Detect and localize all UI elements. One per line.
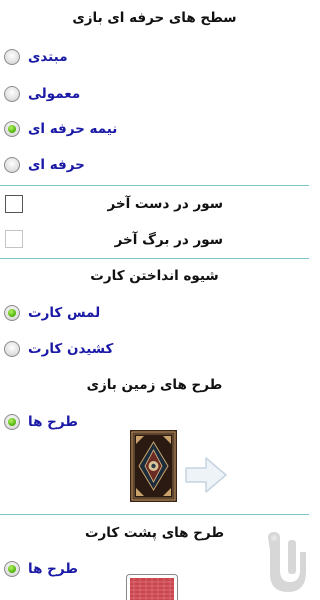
table-designs-title: طرح های زمین بازی: [86, 377, 223, 393]
throw-option-drag[interactable]: کشیدن کارت: [4, 338, 113, 360]
radio-selected-icon[interactable]: [4, 414, 20, 430]
radio-selected-icon[interactable]: [4, 121, 20, 137]
radio-icon[interactable]: [4, 86, 20, 102]
sour-last-card-label: سور در برگ آخر: [114, 232, 223, 248]
level-option-label: حرفه ای: [28, 157, 85, 173]
throw-option-touch[interactable]: لمس کارت: [4, 302, 100, 324]
game-levels-title: سطح های حرفه ای بازی: [72, 10, 237, 26]
level-option-pro[interactable]: حرفه ای: [4, 154, 85, 176]
carpet-pattern-thumbnail[interactable]: [130, 430, 177, 502]
throw-option-label: لمس کارت: [28, 305, 101, 321]
radio-selected-icon[interactable]: [4, 561, 20, 577]
section-divider: [0, 185, 309, 186]
app-logo-watermark: [268, 532, 306, 592]
table-designs-option-label: طرح ها: [28, 414, 78, 430]
level-option-label: معمولی: [28, 86, 81, 102]
section-divider: [0, 258, 309, 259]
sour-last-hand-checkbox[interactable]: [5, 195, 23, 213]
sour-last-hand-label: سور در دست آخر: [107, 196, 223, 212]
table-designs-option[interactable]: طرح ها: [4, 411, 78, 433]
card-back-designs-option[interactable]: طرح ها: [4, 558, 78, 580]
level-option-label: نیمه حرفه ای: [28, 121, 118, 137]
radio-icon[interactable]: [4, 49, 20, 65]
throw-option-label: کشیدن کارت: [28, 341, 114, 357]
radio-icon[interactable]: [4, 341, 20, 357]
radio-selected-icon[interactable]: [4, 305, 20, 321]
card-throw-title: شیوه انداختن کارت: [90, 268, 219, 284]
card-back-thumbnail[interactable]: [126, 574, 178, 600]
card-back-designs-option-label: طرح ها: [28, 561, 78, 577]
level-option-beginner[interactable]: مبتدی: [4, 46, 68, 68]
arrow-right-icon[interactable]: [184, 455, 228, 495]
radio-icon[interactable]: [4, 157, 20, 173]
level-option-semi-pro[interactable]: نیمه حرفه ای: [4, 118, 117, 140]
sour-last-card-checkbox[interactable]: [5, 230, 23, 248]
section-divider: [0, 514, 309, 515]
level-option-normal[interactable]: معمولی: [4, 83, 80, 105]
level-option-label: مبتدی: [28, 49, 68, 65]
